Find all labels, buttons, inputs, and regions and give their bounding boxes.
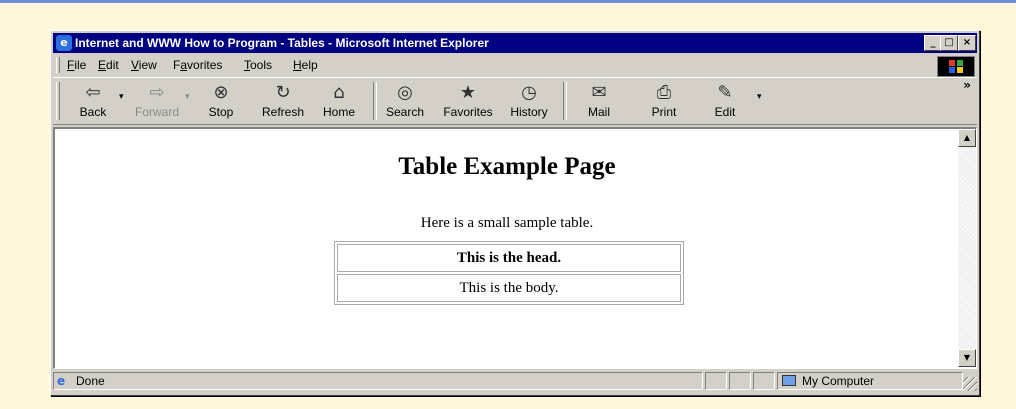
- menu-tools[interactable]: Tools: [244, 55, 272, 75]
- status-offline-pane: [753, 372, 775, 390]
- menu-edit[interactable]: Edit: [98, 55, 119, 75]
- table-head-cell: This is the head.: [337, 244, 681, 272]
- browser-window: e Internet and WWW How to Program - Tabl…: [50, 30, 980, 396]
- forward-arrow-icon: ⇨: [149, 82, 165, 103]
- status-text-pane: e Done: [53, 372, 703, 390]
- back-arrow-icon: ⇦: [85, 82, 101, 103]
- title-bar[interactable]: e Internet and WWW How to Program - Tabl…: [53, 33, 977, 53]
- menubar-grip[interactable]: [56, 57, 60, 73]
- sample-table: This is the head. This is the body.: [334, 241, 684, 305]
- maximize-button[interactable]: □: [940, 35, 958, 51]
- history-icon: ◷: [521, 82, 537, 103]
- search-button[interactable]: ◎ Search: [379, 81, 431, 121]
- status-progress-pane: [705, 372, 727, 390]
- ie-page-icon: e: [57, 374, 66, 388]
- computer-icon: [782, 375, 796, 386]
- status-zone-pane: My Computer: [777, 372, 963, 390]
- status-security-pane: [729, 372, 751, 390]
- close-button[interactable]: ×: [958, 35, 976, 51]
- refresh-button[interactable]: ↻ Refresh: [257, 81, 309, 121]
- edit-button[interactable]: ✎ Edit: [699, 81, 751, 121]
- toolbar-separator: [373, 82, 377, 120]
- stop-icon: ⊗: [213, 82, 229, 103]
- stop-button[interactable]: ⊗ Stop: [195, 81, 247, 121]
- table-head-row: This is the head.: [337, 244, 681, 272]
- menu-help[interactable]: Help: [293, 55, 318, 75]
- favorites-button[interactable]: ★ Favorites: [439, 81, 497, 121]
- history-button[interactable]: ◷ History: [503, 81, 555, 121]
- forward-button[interactable]: ⇨ Forward: [131, 81, 183, 121]
- favorites-icon: ★: [459, 82, 477, 103]
- menu-favorites[interactable]: Favorites: [173, 55, 222, 75]
- print-icon: ⎙: [656, 82, 672, 103]
- back-history-dropdown[interactable]: ▾: [119, 92, 124, 102]
- status-text: Done: [76, 374, 105, 388]
- windows-logo-icon: [949, 60, 963, 73]
- home-button[interactable]: ⌂ Home: [313, 81, 365, 121]
- toolbar-grip[interactable]: [56, 82, 60, 120]
- table-body-row: This is the body.: [337, 274, 681, 302]
- menu-view[interactable]: View: [131, 55, 157, 75]
- mail-button[interactable]: ✉ Mail: [573, 81, 625, 121]
- windows-logo-throbber: [937, 56, 975, 77]
- menu-bar: File Edit View Favorites Tools Help: [53, 55, 977, 77]
- edit-icon: ✎: [717, 82, 733, 103]
- page-intro-text: Here is a small sample table.: [420, 215, 594, 231]
- page-heading: Table Example Page: [398, 153, 616, 180]
- menu-file[interactable]: File: [67, 55, 86, 75]
- vertical-scrollbar[interactable]: ▲ ▼: [958, 129, 976, 367]
- standard-toolbar: ⇦ Back ▾ ⇨ Forward ▾ ⊗ Stop ↻ Refresh ⌂ …: [53, 77, 977, 125]
- ie-logo-icon[interactable]: e: [56, 35, 72, 51]
- mail-icon: ✉: [591, 82, 607, 103]
- forward-history-dropdown[interactable]: ▾: [185, 92, 190, 102]
- window-title: Internet and WWW How to Program - Tables…: [75, 36, 489, 50]
- back-button[interactable]: ⇦ Back: [67, 81, 119, 121]
- refresh-icon: ↻: [275, 82, 291, 103]
- toolbar-separator: [563, 82, 567, 120]
- edit-dropdown[interactable]: ▾: [757, 92, 762, 102]
- zone-label: My Computer: [802, 374, 875, 388]
- print-button[interactable]: ⎙ Print: [638, 81, 690, 121]
- status-bar: e Done My Computer: [53, 371, 977, 391]
- table-body-cell: This is the body.: [337, 274, 681, 302]
- home-icon: ⌂: [333, 82, 345, 103]
- toolbar-overflow-chevron[interactable]: »: [963, 78, 971, 92]
- scroll-up-button[interactable]: ▲: [958, 129, 976, 147]
- search-icon: ◎: [397, 82, 413, 103]
- scroll-down-button[interactable]: ▼: [958, 349, 976, 367]
- resize-grip[interactable]: [963, 377, 977, 391]
- page-content-area: Table Example Page Here is a small sampl…: [53, 127, 977, 369]
